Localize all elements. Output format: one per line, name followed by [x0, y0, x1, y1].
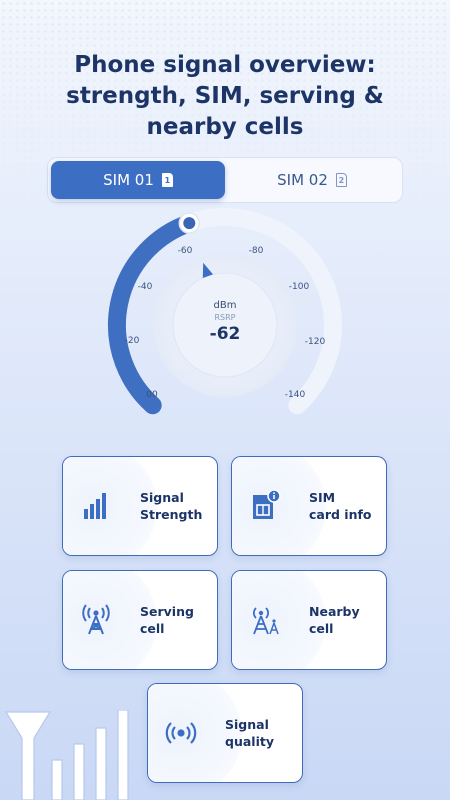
tick-label: -80 — [248, 246, 264, 256]
tick-label: -100 — [288, 282, 310, 292]
broadcast-icon — [165, 722, 197, 744]
gauge-metric: RSRP — [214, 313, 236, 322]
nearby-cell-card[interactable]: Nearby cell — [231, 570, 387, 670]
card-label: SIM card info — [309, 490, 372, 522]
card-label: Nearby cell — [309, 604, 360, 636]
gauge-unit: dBm — [213, 300, 237, 311]
tick-label: -140 — [284, 390, 306, 400]
nearby-tower-icon — [253, 607, 279, 635]
card-label: Signal Strength — [140, 490, 203, 522]
sim-card-icon — [253, 489, 281, 519]
tick-label: 00 — [146, 390, 158, 400]
gauge-value: -62 — [209, 324, 241, 344]
tick-label: -60 — [177, 246, 193, 256]
signal-bars-icon — [84, 493, 106, 519]
tick-label: -40 — [137, 282, 153, 292]
cell-tower-icon — [82, 604, 110, 635]
signal-strength-card[interactable]: Signal Strength — [62, 456, 218, 556]
serving-cell-card[interactable]: Serving cell — [62, 570, 218, 670]
card-label: Signal quality — [225, 717, 274, 749]
signal-gauge — [108, 208, 342, 415]
signal-quality-card[interactable]: Signal quality — [147, 683, 303, 783]
card-label: Serving cell — [140, 604, 194, 636]
gauge-knob-dot — [183, 217, 196, 230]
gauge-readout: dBm RSRP -62 — [185, 300, 265, 344]
sim-card-info-card[interactable]: SIM card info — [231, 456, 387, 556]
tick-label: -120 — [304, 337, 326, 347]
tick-label: -20 — [124, 336, 140, 346]
decor-signal-illustration — [4, 710, 129, 800]
